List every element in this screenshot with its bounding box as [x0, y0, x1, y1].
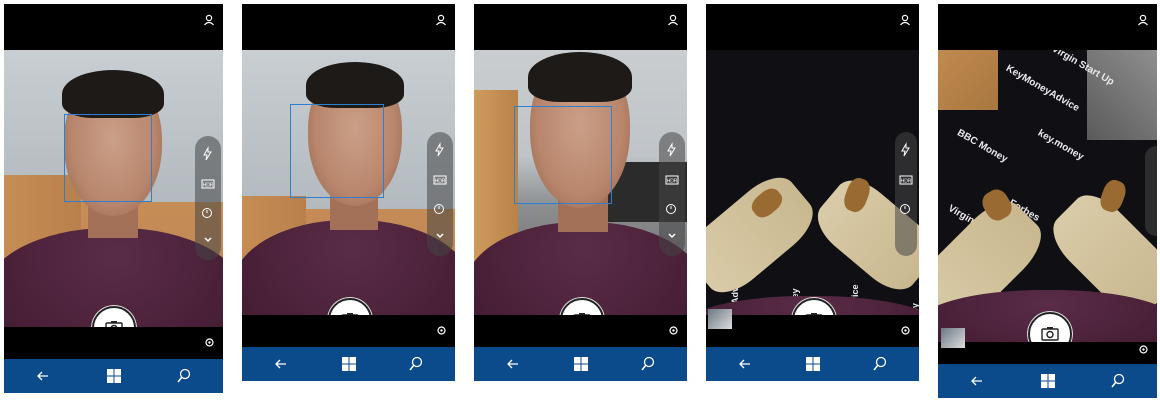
back-arrow-icon[interactable]: [968, 372, 986, 390]
floor-word: KeyMoneyAdvice: [1003, 63, 1082, 115]
timer-icon[interactable]: [200, 204, 216, 220]
gear-icon[interactable]: [204, 337, 215, 348]
search-icon[interactable]: [175, 367, 193, 385]
floor-word: BBC Money: [955, 127, 1010, 165]
camera-viewfinder[interactable]: Virgin Start Up KeyMoneyAdvice key.money…: [706, 50, 919, 315]
flash-auto-icon[interactable]: [664, 142, 680, 158]
camera-icon: [1041, 327, 1059, 341]
camera-options-panel: HDR: [427, 132, 453, 256]
windows-navigation-bar: [242, 347, 455, 381]
windows-navigation-bar: [938, 364, 1157, 398]
chevron-down-icon[interactable]: [200, 232, 216, 248]
status-bar: [242, 4, 455, 50]
person-icon: [1138, 14, 1148, 26]
floor-word: key.money: [1035, 127, 1086, 163]
gear-icon[interactable]: [436, 325, 447, 336]
back-arrow-icon[interactable]: [504, 355, 522, 373]
windows-icon[interactable]: [804, 355, 822, 373]
camera-icon: [105, 321, 123, 327]
camera-bottom-bar: [242, 315, 455, 347]
windows-navigation-bar: [4, 359, 223, 393]
face-detection-box: [64, 114, 152, 202]
hdr-icon[interactable]: HDR: [432, 172, 448, 188]
status-bar: [938, 4, 1157, 50]
hair: [528, 52, 632, 102]
windows-icon[interactable]: [105, 367, 123, 385]
person-icon: [436, 14, 446, 26]
status-bar: [474, 4, 687, 50]
person-icon: [900, 14, 910, 26]
flash-auto-icon[interactable]: [200, 146, 216, 162]
timer-icon[interactable]: [432, 200, 448, 216]
windows-navigation-bar: [474, 347, 687, 381]
face-detection-box: [514, 106, 612, 204]
windows-navigation-bar: [706, 347, 919, 381]
back-arrow-icon[interactable]: [736, 355, 754, 373]
back-arrow-icon[interactable]: [34, 367, 52, 385]
camera-viewfinder[interactable]: HDR: [242, 50, 455, 315]
hdr-icon[interactable]: HDR: [664, 172, 680, 188]
flash-auto-icon[interactable]: [432, 142, 448, 158]
person-icon: [204, 14, 214, 26]
windows-icon[interactable]: [340, 355, 358, 373]
person-icon: [668, 14, 678, 26]
windows-icon[interactable]: [1039, 372, 1057, 390]
last-photo-thumbnail[interactable]: [708, 309, 732, 329]
gear-icon[interactable]: [900, 325, 911, 336]
back-arrow-icon[interactable]: [272, 355, 290, 373]
search-icon[interactable]: [1109, 372, 1127, 390]
svg-text:HDR: HDR: [901, 179, 912, 185]
camera-options-panel: HDR: [895, 132, 917, 256]
phone-screen-4: Virgin Start Up KeyMoneyAdvice key.money…: [706, 4, 919, 381]
camera-viewfinder[interactable]: HDR: [4, 50, 223, 327]
face-detection-box: [290, 104, 384, 198]
timer-icon[interactable]: [898, 200, 914, 216]
camera-viewfinder[interactable]: Virgin Start Up KeyMoneyAdvice key.money…: [938, 50, 1157, 342]
search-icon[interactable]: [639, 355, 657, 373]
camera-viewfinder[interactable]: HDR: [474, 50, 687, 315]
chevron-down-icon[interactable]: [432, 228, 448, 244]
flash-auto-icon[interactable]: [898, 142, 914, 158]
timer-icon[interactable]: [664, 200, 680, 216]
camera-options-panel: [1145, 146, 1157, 236]
camera-options-panel: HDR: [195, 136, 221, 260]
camera-bottom-bar: [938, 328, 1157, 364]
hair: [306, 62, 404, 108]
svg-text:HDR: HDR: [435, 179, 446, 185]
hair: [62, 70, 164, 118]
hdr-icon[interactable]: HDR: [200, 176, 216, 192]
status-bar: [4, 4, 223, 50]
camera-bottom-bar: [474, 315, 687, 347]
chevron-down-icon[interactable]: [664, 228, 680, 244]
phone-screen-3: HDR: [474, 4, 687, 381]
svg-text:HDR: HDR: [667, 179, 678, 185]
search-icon[interactable]: [871, 355, 889, 373]
last-photo-thumbnail[interactable]: [941, 328, 965, 348]
camera-bottom-bar: [4, 327, 223, 359]
svg-text:HDR: HDR: [203, 183, 214, 189]
camera-options-panel: HDR: [659, 132, 685, 256]
phone-screen-5: Virgin Start Up KeyMoneyAdvice key.money…: [938, 4, 1157, 398]
phone-screen-1: HDR: [4, 4, 223, 393]
phone-screen-2: HDR: [242, 4, 455, 381]
search-icon[interactable]: [407, 355, 425, 373]
gear-icon[interactable]: [668, 325, 679, 336]
status-bar: [706, 4, 919, 50]
windows-icon[interactable]: [572, 355, 590, 373]
hdr-icon[interactable]: HDR: [898, 172, 914, 188]
gear-icon[interactable]: [1138, 344, 1149, 355]
camera-bottom-bar: [706, 309, 919, 347]
